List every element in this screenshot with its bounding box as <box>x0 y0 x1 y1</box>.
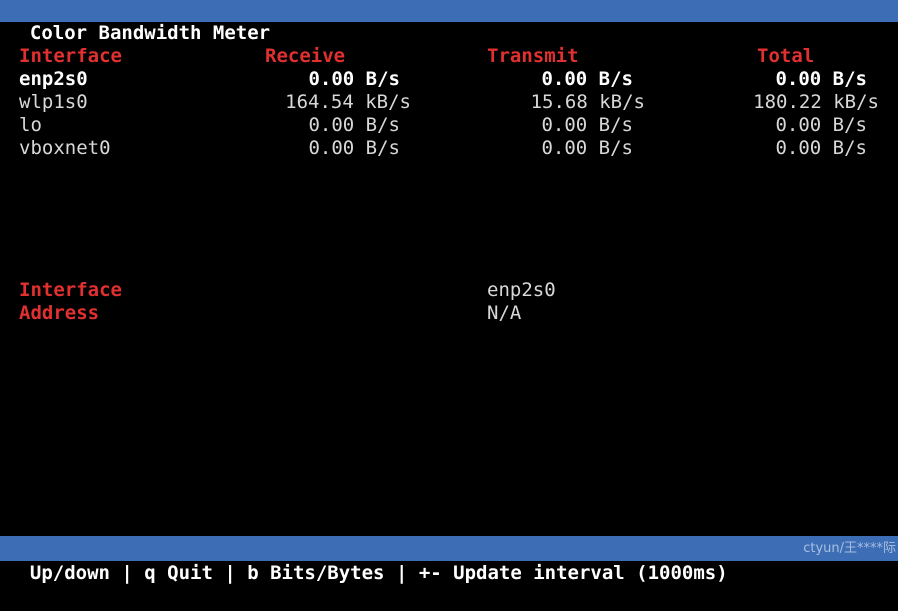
row-interface-name: vboxnet0 <box>19 137 111 159</box>
row-interface-name: enp2s0 <box>19 68 88 90</box>
row-transmit-value: 0.00 B/s <box>541 68 633 90</box>
row-receive-value: 0.00 B/s <box>308 68 400 90</box>
table-row-enp2s0[interactable]: enp2s0 0.00 B/s 0.00 B/s 0.00 B/s <box>0 68 898 91</box>
row-interface-name: wlp1s0 <box>19 91 88 113</box>
detail-address-label: Address <box>19 302 100 324</box>
row-total-value: 0.00 B/s <box>775 68 867 90</box>
detail-address-row: Address N/A <box>0 302 898 325</box>
row-transmit-value: 15.68 kB/s <box>530 91 645 113</box>
table-row-lo[interactable]: lo 0.00 B/s 0.00 B/s 0.00 B/s <box>0 114 898 137</box>
row-receive-value: 0.00 B/s <box>308 137 400 159</box>
detail-interface-label: Interface <box>19 279 122 301</box>
detail-interface-value: enp2s0 <box>487 279 556 301</box>
row-total-value: 0.00 B/s <box>775 114 867 136</box>
watermark: ctyun/王****际 <box>803 541 896 556</box>
table-header: Interface Receive Transmit Total <box>0 45 898 68</box>
row-receive-value: 164.54 kB/s <box>285 91 411 113</box>
table-row-wlp1s0[interactable]: wlp1s0 164.54 kB/s 15.68 kB/s 180.22 kB/… <box>0 91 898 114</box>
row-transmit-value: 0.00 B/s <box>541 114 633 136</box>
title-bar: Color Bandwidth Meter <box>0 0 898 44</box>
window-title: Color Bandwidth Meter <box>29 22 271 44</box>
keybinding-hints: Up/down | q Quit | b Bits/Bytes | +- Upd… <box>29 562 728 584</box>
detail-address-value: N/A <box>487 302 522 324</box>
row-total-value: 180.22 kB/s <box>753 91 879 113</box>
header-total: Total <box>757 45 815 67</box>
header-transmit: Transmit <box>487 45 579 67</box>
header-interface: Interface <box>19 45 122 67</box>
row-total-value: 0.00 B/s <box>775 137 867 159</box>
header-receive: Receive <box>265 45 346 67</box>
row-interface-name: lo <box>19 114 42 136</box>
detail-interface-row: Interface enp2s0 <box>0 279 898 302</box>
row-transmit-value: 0.00 B/s <box>541 137 633 159</box>
status-bar: Up/down | q Quit | b Bits/Bytes | +- Upd… <box>0 536 898 584</box>
row-receive-value: 0.00 B/s <box>308 114 400 136</box>
table-row-vboxnet0[interactable]: vboxnet0 0.00 B/s 0.00 B/s 0.00 B/s <box>0 137 898 160</box>
